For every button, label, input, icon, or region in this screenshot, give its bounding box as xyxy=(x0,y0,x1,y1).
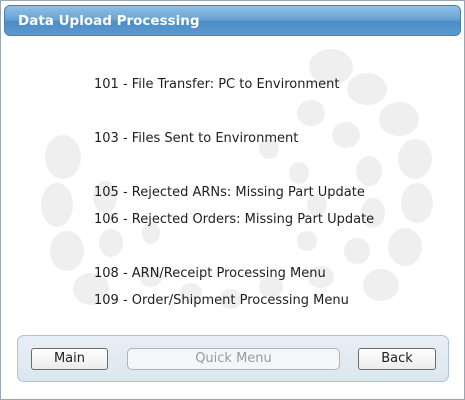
back-button[interactable]: Back xyxy=(358,348,436,370)
menu-item-109-order-shipment-menu[interactable]: 109 - Order/Shipment Processing Menu xyxy=(94,293,349,308)
quick-menu-input[interactable]: Quick Menu xyxy=(127,348,340,370)
footer-toolbar: Main Quick Menu Back xyxy=(17,335,449,382)
window-title: Data Upload Processing xyxy=(18,13,200,29)
main-button[interactable]: Main xyxy=(31,348,108,370)
menu-item-108-arn-receipt-menu[interactable]: 108 - ARN/Receipt Processing Menu xyxy=(94,266,326,281)
menu-item-103-files-sent[interactable]: 103 - Files Sent to Environment xyxy=(94,131,298,146)
menu-item-101-file-transfer[interactable]: 101 - File Transfer: PC to Environment xyxy=(94,77,339,92)
title-bar: Data Upload Processing xyxy=(4,5,461,36)
app-window: Data Upload Processing 101 - File Transf… xyxy=(0,0,465,400)
menu-item-105-rejected-arns[interactable]: 105 - Rejected ARNs: Missing Part Update xyxy=(94,185,365,200)
menu-item-106-rejected-orders[interactable]: 106 - Rejected Orders: Missing Part Upda… xyxy=(94,212,374,227)
